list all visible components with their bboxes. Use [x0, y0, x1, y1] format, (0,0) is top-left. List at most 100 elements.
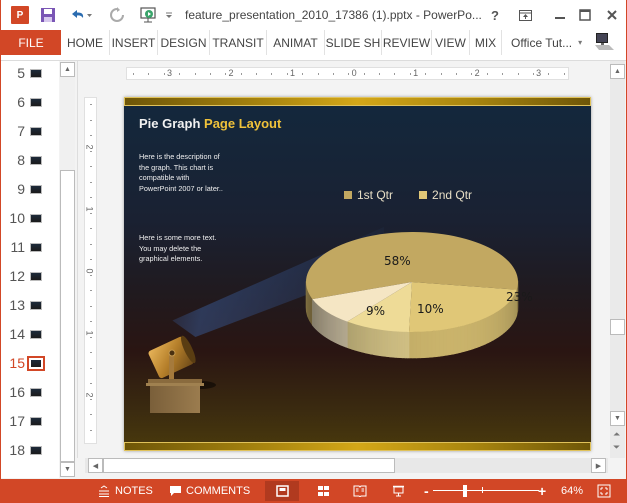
- ruler-tick: [90, 166, 92, 167]
- tab-animations[interactable]: ANIMAT: [267, 30, 325, 55]
- ruler-tick: [240, 73, 242, 75]
- scroll-right-icon[interactable]: ▶: [591, 458, 606, 473]
- slide-vertical-scrollbar[interactable]: ▲ ▼ ⏶ ⏷: [610, 61, 625, 458]
- zoom-in-button[interactable]: +: [538, 479, 546, 503]
- pie-data-label: 23%: [506, 290, 533, 304]
- normal-view-button[interactable]: [265, 481, 299, 501]
- fit-slide-button[interactable]: [597, 479, 611, 503]
- present-from-start-icon[interactable]: [138, 5, 158, 25]
- tab-review[interactable]: REVIEW: [382, 30, 432, 55]
- slide-thumbnail[interactable]: 16: [1, 381, 59, 403]
- slide-thumbnail[interactable]: 12: [1, 265, 59, 287]
- zoom-out-button[interactable]: -: [424, 479, 429, 503]
- slide-thumbnail-image: [30, 329, 42, 339]
- scroll-down-icon[interactable]: ▼: [610, 411, 625, 426]
- previous-slide-icon[interactable]: ⏶: [613, 429, 620, 440]
- next-slide-icon[interactable]: ⏷: [613, 442, 620, 453]
- pie-slice-side: [460, 325, 465, 353]
- ruler-tick: [90, 212, 92, 214]
- pie-data-label: 9%: [366, 304, 385, 318]
- ruler-tick: [225, 73, 227, 75]
- slide-thumbnail-image: [30, 300, 42, 310]
- ruler-tick: [332, 73, 334, 75]
- comments-button[interactable]: COMMENTS: [169, 479, 250, 503]
- ruler-tick: [90, 398, 92, 400]
- powerpoint-logo-icon[interactable]: P: [10, 5, 30, 25]
- scroll-down-icon[interactable]: ▼: [60, 462, 75, 477]
- chart-legend: 1st Qtr 2nd Qtr: [344, 188, 472, 202]
- pie-chart[interactable]: 58% 23% 10% 9%: [294, 227, 554, 377]
- slide-thumbnail[interactable]: 7: [1, 120, 59, 142]
- ruler-label: 3: [167, 68, 173, 78]
- help-icon[interactable]: ?: [481, 4, 509, 26]
- zoom-level[interactable]: 64%: [561, 479, 583, 503]
- undo-icon[interactable]: [69, 5, 95, 25]
- pie-slice-side: [442, 328, 447, 357]
- tab-insert[interactable]: INSERT: [110, 30, 158, 55]
- scrollbar-thumb[interactable]: [103, 458, 395, 473]
- slide-title[interactable]: Pie Graph Page Layout: [139, 116, 281, 131]
- slide-thumbnail[interactable]: 14: [1, 323, 59, 345]
- tab-mix[interactable]: MIX: [470, 30, 502, 55]
- slide-horizontal-scrollbar[interactable]: ◀ ▶: [85, 458, 608, 473]
- slide-thumbnail[interactable]: 8: [1, 149, 59, 171]
- slide-description-more[interactable]: Here is some more text. You may delete t…: [139, 233, 224, 265]
- reading-view-button[interactable]: [343, 481, 377, 501]
- scrollbar-thumb[interactable]: [610, 319, 625, 335]
- slide-thumbnail[interactable]: 17: [1, 410, 59, 432]
- legend-swatch: [419, 191, 428, 199]
- zoom-slider-handle[interactable]: [462, 485, 467, 497]
- ruler-tick: [209, 73, 211, 75]
- save-icon[interactable]: [39, 5, 57, 25]
- slide-thumbnail[interactable]: 10: [1, 207, 59, 229]
- tab-file[interactable]: FILE: [1, 30, 61, 55]
- scroll-up-icon[interactable]: ▲: [610, 64, 625, 79]
- slide-show-button[interactable]: [381, 481, 415, 501]
- pie-slice-side: [307, 290, 310, 321]
- slide-thumbnail[interactable]: 15: [1, 352, 59, 374]
- minimize-icon[interactable]: [546, 4, 574, 26]
- scrollbar-thumb[interactable]: [60, 170, 75, 462]
- account-menu[interactable]: Office Tut... ▾: [511, 30, 582, 55]
- scroll-up-icon[interactable]: ▲: [60, 62, 75, 77]
- close-icon[interactable]: [598, 4, 626, 26]
- ruler-tick: [90, 181, 92, 183]
- slide-show-icon: [392, 485, 404, 497]
- pie-slice-side: [408, 331, 414, 359]
- slide-thumbnail-image: [30, 445, 42, 455]
- ruler-tick: [90, 352, 92, 353]
- scroll-left-icon[interactable]: ◀: [88, 458, 103, 473]
- ribbon-display-options-icon[interactable]: [511, 4, 539, 26]
- redo-icon[interactable]: [109, 5, 125, 25]
- thumbnails-scrollbar[interactable]: ▲ ▼: [60, 62, 75, 477]
- slide-thumbnail[interactable]: 13: [1, 294, 59, 316]
- slide-number: 18: [9, 442, 25, 458]
- pie-slice-side: [435, 329, 440, 358]
- tab-design[interactable]: DESIGN: [158, 30, 210, 55]
- slide-thumbnail[interactable]: 9: [1, 178, 59, 200]
- tab-home[interactable]: HOME: [61, 30, 110, 55]
- slide-canvas[interactable]: Pie Graph Page Layout Here is the descri…: [124, 97, 591, 451]
- slide-thumbnail[interactable]: 18: [1, 439, 59, 461]
- slide-sorter-button[interactable]: [306, 481, 340, 501]
- user-avatar-icon[interactable]: [593, 32, 615, 52]
- zoom-slider-track[interactable]: [433, 490, 539, 491]
- pie-slice-side: [473, 321, 478, 350]
- ruler-tick: [90, 135, 92, 136]
- slide-description[interactable]: Here is the description of the graph. Th…: [139, 152, 224, 194]
- slide-thumbnail[interactable]: 11: [1, 236, 59, 258]
- tab-slide-show[interactable]: SLIDE SH: [325, 30, 382, 55]
- pie-slice-side: [457, 326, 462, 354]
- tab-transitions[interactable]: TRANSIT: [210, 30, 267, 55]
- ruler-tick: [409, 73, 411, 75]
- notes-button[interactable]: NOTES: [98, 479, 153, 503]
- slide-thumbnail[interactable]: 5: [1, 62, 59, 84]
- customize-qat-icon[interactable]: [164, 5, 174, 25]
- slide-number: 6: [17, 94, 25, 110]
- maximize-icon[interactable]: [571, 4, 599, 26]
- ruler-tick: [90, 336, 92, 338]
- pie-slice-side: [427, 330, 433, 358]
- slide-thumbnail[interactable]: 6: [1, 91, 59, 113]
- tab-view[interactable]: VIEW: [432, 30, 470, 55]
- slide-thumbnail-image: [30, 271, 42, 281]
